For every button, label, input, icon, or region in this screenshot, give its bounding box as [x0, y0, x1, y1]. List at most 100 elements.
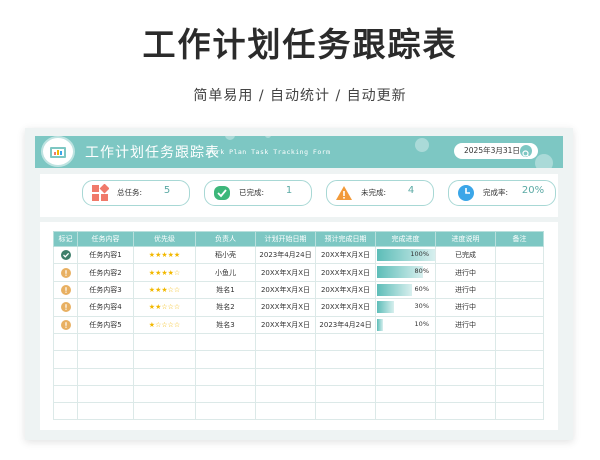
note-cell[interactable]	[495, 298, 544, 317]
empty-cell[interactable]	[133, 332, 196, 352]
date-field[interactable]: 2025年3月31日	[454, 143, 538, 159]
owner-cell[interactable]: 姓名3	[195, 315, 256, 334]
owner-cell[interactable]: 姓名2	[195, 298, 256, 317]
table-row[interactable]: 任务内容5 ★☆☆☆☆ 姓名3 20XX年X月X日 2023年4月24日 10% 进行中	[53, 315, 544, 334]
progress-cell[interactable]: 60%	[375, 280, 436, 300]
empty-row[interactable]	[53, 332, 544, 352]
empty-cell[interactable]	[495, 350, 544, 369]
empty-cell[interactable]	[133, 367, 196, 386]
priority-cell[interactable]: ★★☆☆☆	[133, 298, 196, 317]
empty-cell[interactable]	[315, 332, 376, 352]
progress-cell[interactable]: 80%	[375, 263, 436, 282]
empty-cell[interactable]	[435, 350, 496, 369]
empty-cell[interactable]	[375, 350, 436, 369]
note-cell[interactable]	[495, 263, 544, 282]
empty-cell[interactable]	[53, 402, 78, 421]
status-cell[interactable]: 进行中	[435, 280, 496, 300]
mark-cell[interactable]	[53, 315, 78, 334]
start-date-cell[interactable]: 2023年4月24日	[255, 245, 316, 265]
note-cell[interactable]	[495, 315, 544, 334]
empty-cell[interactable]	[495, 332, 544, 352]
task-cell[interactable]: 任务内容2	[77, 263, 134, 282]
progress-cell[interactable]: 10%	[375, 315, 436, 334]
table-row[interactable]: 任务内容3 ★★★☆☆ 姓名1 20XX年X月X日 20XX年X月X日 60% 进行中	[53, 280, 544, 300]
empty-cell[interactable]	[315, 402, 376, 421]
empty-cell[interactable]	[255, 367, 316, 386]
empty-cell[interactable]	[53, 332, 78, 352]
mark-cell[interactable]	[53, 263, 78, 282]
empty-cell[interactable]	[195, 367, 256, 386]
empty-cell[interactable]	[53, 384, 78, 404]
empty-cell[interactable]	[315, 350, 376, 369]
empty-cell[interactable]	[375, 402, 436, 421]
empty-cell[interactable]	[255, 350, 316, 369]
note-cell[interactable]	[495, 245, 544, 265]
column-header[interactable]: 计划开始日期	[255, 231, 316, 247]
empty-cell[interactable]	[77, 367, 134, 386]
column-header[interactable]: 进度说明	[435, 231, 496, 247]
owner-cell[interactable]: 小鱼儿	[195, 263, 256, 282]
empty-cell[interactable]	[255, 332, 316, 352]
empty-cell[interactable]	[255, 402, 316, 421]
start-date-cell[interactable]: 20XX年X月X日	[255, 280, 316, 300]
empty-cell[interactable]	[77, 350, 134, 369]
priority-cell[interactable]: ★★★☆☆	[133, 280, 196, 300]
empty-row[interactable]	[53, 402, 544, 421]
end-date-cell[interactable]: 20XX年X月X日	[315, 298, 376, 317]
column-header[interactable]: 负责人	[195, 231, 256, 247]
empty-cell[interactable]	[495, 402, 544, 421]
empty-cell[interactable]	[495, 367, 544, 386]
empty-cell[interactable]	[495, 384, 544, 404]
end-date-cell[interactable]: 20XX年X月X日	[315, 280, 376, 300]
empty-cell[interactable]	[133, 402, 196, 421]
empty-cell[interactable]	[315, 367, 376, 386]
task-cell[interactable]: 任务内容4	[77, 298, 134, 317]
table-row[interactable]: 任务内容1 ★★★★★ 稻小壳 2023年4月24日 20XX年X月X日 100% 已完成	[53, 245, 544, 265]
end-date-cell[interactable]: 20XX年X月X日	[315, 263, 376, 282]
column-header[interactable]: 预计完成日期	[315, 231, 376, 247]
empty-cell[interactable]	[195, 350, 256, 369]
empty-cell[interactable]	[435, 384, 496, 404]
end-date-cell[interactable]: 2023年4月24日	[315, 315, 376, 334]
note-cell[interactable]	[495, 280, 544, 300]
empty-cell[interactable]	[133, 384, 196, 404]
progress-cell[interactable]: 30%	[375, 298, 436, 317]
status-cell[interactable]: 进行中	[435, 298, 496, 317]
empty-cell[interactable]	[315, 384, 376, 404]
empty-cell[interactable]	[195, 384, 256, 404]
empty-row[interactable]	[53, 367, 544, 386]
status-cell[interactable]: 已完成	[435, 245, 496, 265]
empty-cell[interactable]	[53, 350, 78, 369]
table-row[interactable]: 任务内容2 ★★★★☆ 小鱼儿 20XX年X月X日 20XX年X月X日 80% 进行中	[53, 263, 544, 282]
owner-cell[interactable]: 姓名1	[195, 280, 256, 300]
empty-cell[interactable]	[435, 402, 496, 421]
progress-cell[interactable]: 100%	[375, 245, 436, 265]
table-row[interactable]: 任务内容4 ★★☆☆☆ 姓名2 20XX年X月X日 20XX年X月X日 30% 进行中	[53, 298, 544, 317]
start-date-cell[interactable]: 20XX年X月X日	[255, 315, 316, 334]
owner-cell[interactable]: 稻小壳	[195, 245, 256, 265]
search-icon[interactable]	[520, 145, 532, 158]
empty-cell[interactable]	[53, 367, 78, 386]
empty-cell[interactable]	[195, 332, 256, 352]
empty-cell[interactable]	[375, 367, 436, 386]
empty-cell[interactable]	[435, 367, 496, 386]
empty-cell[interactable]	[77, 332, 134, 352]
start-date-cell[interactable]: 20XX年X月X日	[255, 298, 316, 317]
column-header[interactable]: 优先级	[133, 231, 196, 247]
mark-cell[interactable]	[53, 280, 78, 300]
priority-cell[interactable]: ★☆☆☆☆	[133, 315, 196, 334]
empty-row[interactable]	[53, 350, 544, 369]
task-cell[interactable]: 任务内容3	[77, 280, 134, 300]
column-header[interactable]: 标记	[53, 231, 78, 247]
empty-row[interactable]	[53, 384, 544, 404]
task-cell[interactable]: 任务内容5	[77, 315, 134, 334]
empty-cell[interactable]	[133, 350, 196, 369]
empty-cell[interactable]	[375, 332, 436, 352]
priority-cell[interactable]: ★★★★☆	[133, 263, 196, 282]
empty-cell[interactable]	[435, 332, 496, 352]
column-header[interactable]: 备注	[495, 231, 544, 247]
empty-cell[interactable]	[77, 384, 134, 404]
status-cell[interactable]: 进行中	[435, 315, 496, 334]
empty-cell[interactable]	[77, 402, 134, 421]
empty-cell[interactable]	[195, 402, 256, 421]
